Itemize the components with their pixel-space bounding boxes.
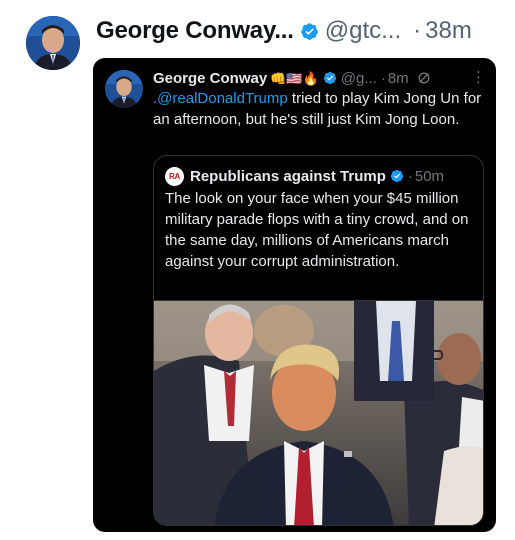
inner-avatar-image <box>105 70 143 108</box>
verified-badge-icon <box>323 71 336 85</box>
inner-timestamp[interactable]: 8m <box>388 70 409 87</box>
quoted-timestamp[interactable]: 50m <box>415 168 444 185</box>
avatar-image <box>26 16 80 70</box>
separator-dot: · <box>380 69 386 87</box>
inner-avatar[interactable] <box>105 70 143 108</box>
grok-icon[interactable] <box>417 71 431 85</box>
inner-author-name[interactable]: George Conway <box>153 70 267 87</box>
quoted-tweet[interactable]: RA Republicans against Trump · 50m The l… <box>153 155 484 526</box>
quoted-tweet-photo[interactable] <box>154 300 483 525</box>
photo-illustration <box>154 301 483 525</box>
inner-tweet-text: .@realDonaldTrump tried to play Kim Jong… <box>153 88 483 130</box>
verified-badge-icon <box>300 22 318 40</box>
quoted-tweet-text: The look on your face when your $45 mill… <box>165 190 469 270</box>
mention-link[interactable]: .@realDonaldTrump <box>153 90 288 107</box>
quoted-avatar-logo-text: RA <box>169 171 180 181</box>
author-handle[interactable]: @gtc... <box>325 17 401 45</box>
more-icon[interactable]: ⋮ <box>471 70 486 85</box>
separator-dot: · <box>407 167 413 185</box>
author-name[interactable]: George Conway... <box>96 17 294 45</box>
quoted-avatar[interactable]: RA <box>165 166 184 186</box>
inner-tweet-header: George Conway 👊🇺🇸🔥 @g... · 8m <box>153 68 486 88</box>
embedded-tweet-screenshot[interactable]: George Conway 👊🇺🇸🔥 @g... · 8m ⋮ .@realDo… <box>93 58 496 532</box>
quoted-author-name[interactable]: Republicans against Trump <box>190 168 386 185</box>
name-emojis: 👊🇺🇸🔥 <box>270 70 319 86</box>
verified-badge-icon <box>390 169 403 183</box>
tweet-header: George Conway... @gtc... · 38m <box>96 16 503 46</box>
quoted-tweet-header: RA Republicans against Trump · 50m <box>165 166 473 186</box>
inner-author-handle[interactable]: @g... <box>341 70 377 87</box>
timestamp[interactable]: 38m <box>425 17 472 45</box>
separator-dot: · <box>413 17 422 44</box>
avatar[interactable] <box>26 16 80 70</box>
